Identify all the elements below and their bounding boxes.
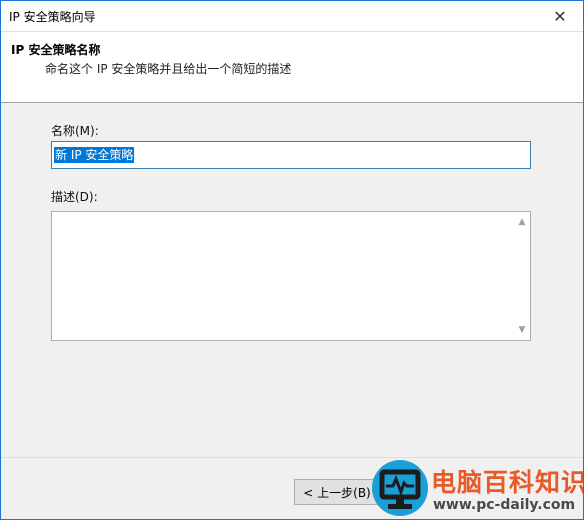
ip-security-policy-wizard-window: IP 安全策略向导 ✕ IP 安全策略名称 命名这个 IP 安全策略并且给出一个… bbox=[0, 0, 584, 520]
page-description: 命名这个 IP 安全策略并且给出一个简短的描述 bbox=[45, 62, 292, 76]
policy-description-textarea[interactable]: ▲ ▼ bbox=[51, 211, 531, 341]
wizard-footer: < 上一步(B) bbox=[1, 457, 583, 519]
page-title: IP 安全策略名称 bbox=[11, 43, 101, 57]
wizard-header: IP 安全策略名称 命名这个 IP 安全策略并且给出一个简短的描述 bbox=[1, 32, 583, 103]
scroll-down-arrow-icon[interactable]: ▼ bbox=[514, 322, 530, 338]
title-bar[interactable]: IP 安全策略向导 ✕ bbox=[1, 1, 583, 32]
wizard-content: 名称(M): 新 IP 安全策略 描述(D): ▲ ▼ bbox=[1, 103, 583, 458]
policy-name-value: 新 IP 安全策略 bbox=[54, 147, 135, 163]
back-button[interactable]: < 上一步(B) bbox=[294, 479, 380, 505]
window-title: IP 安全策略向导 bbox=[9, 10, 96, 24]
name-label: 名称(M): bbox=[51, 124, 99, 138]
close-icon[interactable]: ✕ bbox=[537, 1, 583, 31]
scroll-up-arrow-icon[interactable]: ▲ bbox=[514, 214, 530, 230]
description-label: 描述(D): bbox=[51, 190, 98, 204]
description-scrollbar[interactable]: ▲ ▼ bbox=[514, 212, 530, 340]
policy-name-input[interactable]: 新 IP 安全策略 bbox=[51, 141, 531, 169]
